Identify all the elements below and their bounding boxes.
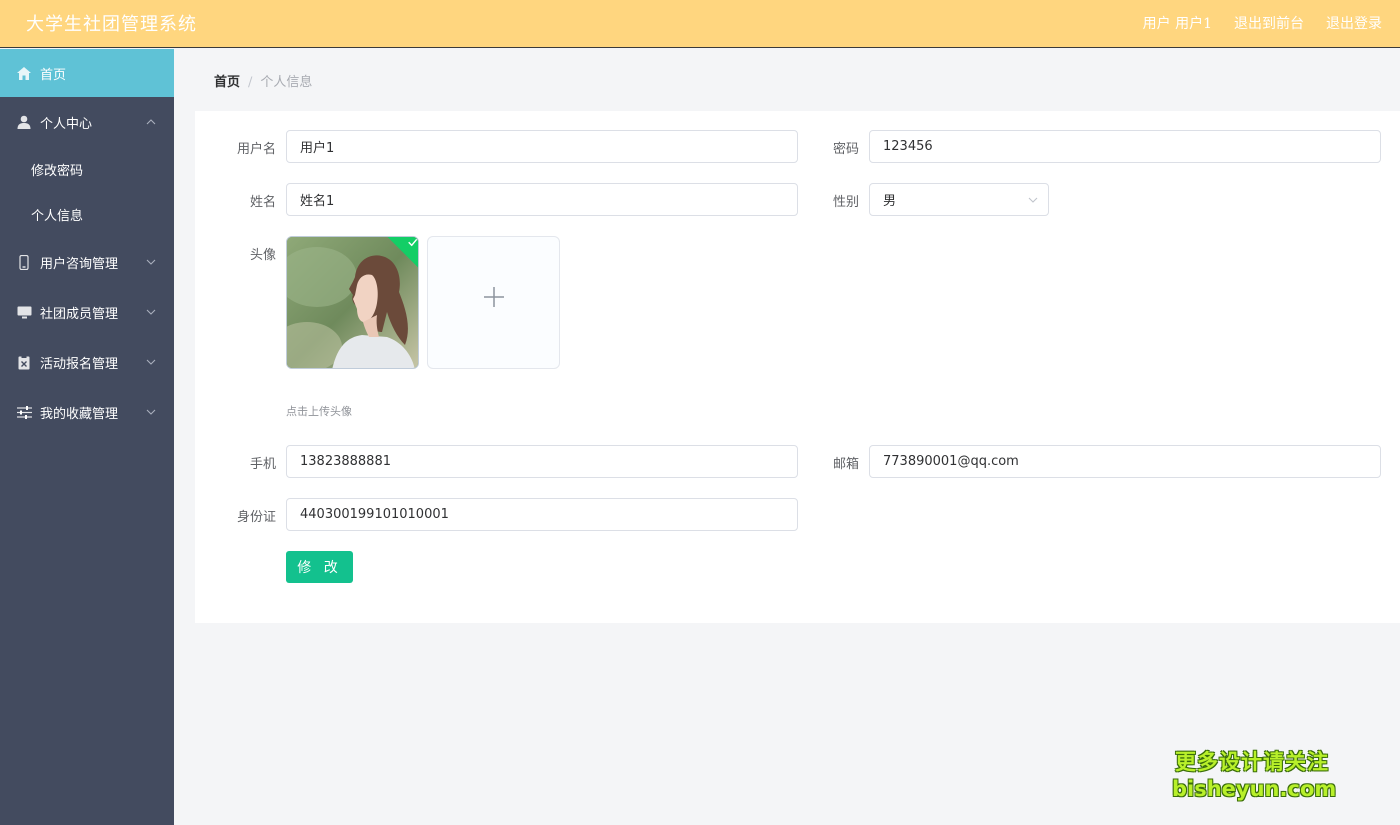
- sidebar-item-label: 首页: [40, 67, 67, 83]
- username-input[interactable]: 用户1: [286, 130, 798, 163]
- watermark-line2: bisheyun.com: [1172, 777, 1337, 801]
- avatar-upload-tip: 点击上传头像: [286, 405, 352, 418]
- phone-input[interactable]: 13823888881: [286, 445, 798, 478]
- sidebar-item-label: 用户咨询管理: [40, 256, 119, 272]
- top-header: 大学生社团管理系统 用户 用户1 退出到前台 退出登录: [0, 0, 1400, 48]
- name-label: 姓名: [249, 195, 276, 210]
- home-icon: [16, 65, 32, 81]
- logout-link[interactable]: 退出登录: [1326, 13, 1382, 33]
- sidebar-item-my-favorites[interactable]: 我的收藏管理: [0, 387, 174, 437]
- password-label: 密码: [832, 142, 859, 157]
- sidebar-item-home[interactable]: 首页: [0, 49, 174, 97]
- phone-label: 手机: [249, 457, 276, 472]
- chevron-down-icon: [146, 259, 156, 265]
- gender-select[interactable]: 男: [869, 183, 1049, 216]
- avatar-preview[interactable]: [286, 236, 419, 369]
- avatar-label: 头像: [249, 248, 276, 263]
- header-actions: 用户 用户1 退出到前台 退出登录: [1143, 13, 1382, 33]
- check-icon: [408, 238, 418, 247]
- password-input[interactable]: 123456: [869, 130, 1381, 163]
- watermark-line1: 更多设计请关注: [1175, 750, 1329, 774]
- sliders-icon: [16, 404, 32, 420]
- back-to-front-link[interactable]: 退出到前台: [1234, 13, 1304, 33]
- avatar-image: [287, 237, 418, 368]
- breadcrumb: 首页 / 个人信息: [214, 71, 312, 90]
- chevron-up-icon: [146, 119, 156, 125]
- watermark: 更多设计请关注 bisheyun.com: [1172, 748, 1337, 802]
- plus-icon: [484, 287, 504, 307]
- user-icon: [16, 114, 32, 130]
- chevron-down-icon: [146, 359, 156, 365]
- gender-select-value: 男: [883, 194, 897, 209]
- monitor-icon: [16, 304, 32, 320]
- chevron-down-icon: [146, 309, 156, 315]
- sidebar-item-label: 社团成员管理: [40, 306, 119, 322]
- submit-button[interactable]: 修 改: [286, 551, 353, 583]
- clipboard-icon: [16, 354, 32, 370]
- chevron-down-icon: [1028, 197, 1038, 203]
- phone-icon: [16, 254, 32, 270]
- sidebar-item-label: 活动报名管理: [40, 356, 119, 372]
- name-input[interactable]: 姓名1: [286, 183, 798, 216]
- id-card-label: 身份证: [236, 510, 276, 525]
- current-user-label: 用户 用户1: [1142, 16, 1212, 32]
- breadcrumb-current: 个人信息: [260, 75, 313, 90]
- sidebar-item-label: 个人中心: [40, 116, 93, 132]
- sidebar-item-activity-signup[interactable]: 活动报名管理: [0, 337, 174, 387]
- breadcrumb-home[interactable]: 首页: [214, 75, 240, 90]
- username-label: 用户名: [236, 142, 276, 157]
- breadcrumb-separator: /: [248, 75, 253, 90]
- gender-label: 性别: [832, 195, 859, 210]
- id-card-input[interactable]: 440300199101010001: [286, 498, 798, 531]
- avatar-upload-button[interactable]: [427, 236, 560, 369]
- email-label: 邮箱: [832, 457, 859, 472]
- sidebar-item-user-consult[interactable]: 用户咨询管理: [0, 237, 174, 287]
- sidebar-item-club-members[interactable]: 社团成员管理: [0, 287, 174, 337]
- sidebar-subitem-personal-info[interactable]: 个人信息: [0, 192, 174, 237]
- chevron-down-icon: [146, 409, 156, 415]
- sidebar-item-personal-center[interactable]: 个人中心: [0, 97, 174, 147]
- email-input[interactable]: 773890001@qq.com: [869, 445, 1381, 478]
- sidebar-item-label: 我的收藏管理: [40, 406, 119, 422]
- app-title: 大学生社团管理系统: [26, 14, 197, 35]
- sidebar: 首页 个人中心 修改密码 个人信息 用户咨询管理 社团成员管理 活动报名管理 我…: [0, 49, 174, 825]
- sidebar-subitem-change-password[interactable]: 修改密码: [0, 147, 174, 192]
